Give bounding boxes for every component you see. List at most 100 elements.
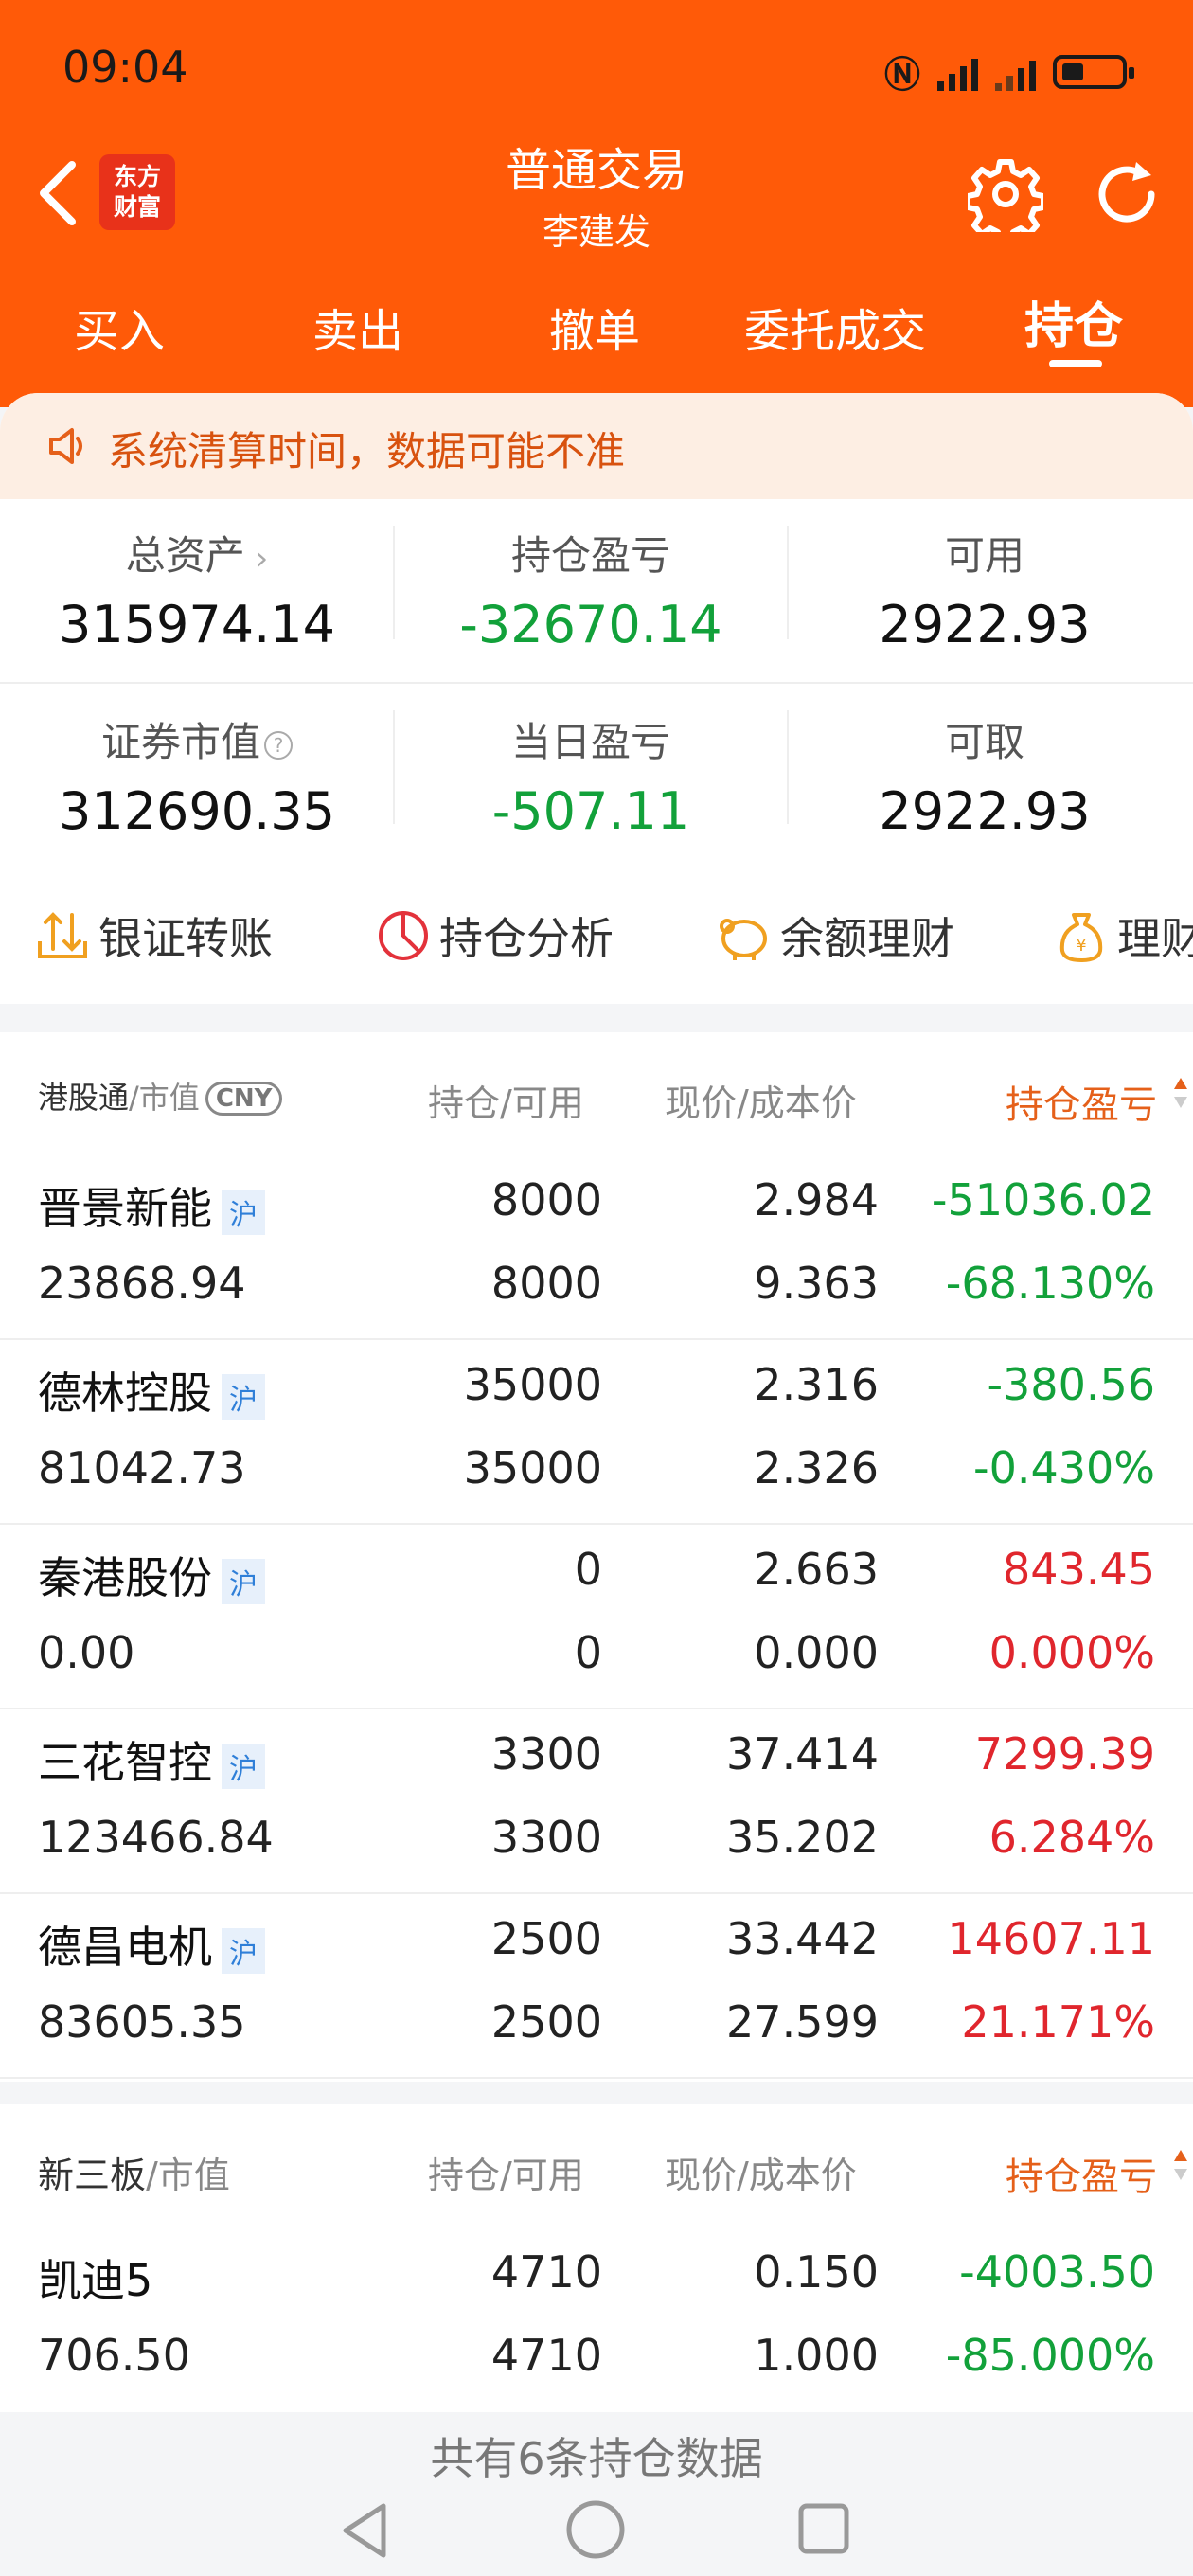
notice-banner: 系统清算时间，数据可能不准 — [0, 393, 1193, 499]
market-badge: 沪 — [222, 1927, 265, 1974]
stock-market-value: 0.00 — [38, 1627, 135, 1678]
divider — [0, 682, 1193, 684]
bank-transfer-button[interactable]: 银证转账 — [34, 904, 273, 967]
stock-price: 37.414 — [726, 1728, 879, 1780]
status-icons: Ⓝ — [883, 45, 1134, 98]
table-row[interactable]: 凯迪5 706.50 4710 4710 0.150 1.000 -4003.50 -85.0… — [0, 2227, 1193, 2412]
currency-badge[interactable]: CNY — [205, 1081, 283, 1116]
stock-pnl-pct: 21.171% — [961, 1996, 1155, 2048]
stock-price: 0.150 — [754, 2246, 879, 2298]
stock-market-value: 706.50 — [38, 2330, 190, 2381]
stock-name: 德昌电机沪 — [38, 1913, 265, 1976]
total-assets-cell[interactable]: 总资产 › 315974.14 — [0, 524, 394, 654]
hk-section-title: 港股通/市值 CNY — [38, 1074, 283, 1118]
position-pnl-cell: 持仓盈亏 -32670.14 — [394, 524, 788, 654]
stock-cost: 9.363 — [754, 1258, 879, 1309]
stock-available: 35000 — [463, 1442, 602, 1494]
chevron-right-icon: › — [244, 540, 269, 578]
battery-icon — [1053, 54, 1134, 89]
stock-pnl-pct: -68.130% — [945, 1258, 1155, 1309]
divider — [787, 526, 789, 639]
divider — [787, 710, 789, 824]
sort-icon[interactable] — [1174, 1078, 1187, 1112]
nav-recents-icon[interactable] — [795, 2500, 852, 2557]
sort-icon[interactable] — [1174, 2150, 1187, 2184]
daily-pnl-label: 当日盈亏 — [510, 719, 670, 765]
table-row[interactable]: 秦港股份沪 0.00 0 0 2.663 0.000 843.45 0.000% — [0, 1525, 1193, 1709]
tab-orders[interactable]: 委托成交 — [731, 294, 939, 360]
table-row[interactable]: 三花智控沪 123466.84 3300 3300 37.414 35.202 7299.3… — [0, 1709, 1193, 1894]
transfer-icon — [38, 912, 87, 958]
col-pnl-header[interactable]: 持仓盈亏 — [1006, 1074, 1193, 1129]
stock-pnl: -4003.50 — [959, 2246, 1155, 2298]
stock-cost: 35.202 — [726, 1812, 879, 1863]
stock-position: 8000 — [490, 1174, 602, 1225]
stock-price: 33.442 — [726, 1913, 879, 1964]
nav-home-icon[interactable] — [564, 2498, 627, 2561]
help-icon[interactable]: ? — [264, 730, 293, 760]
withdrawable-label: 可取 — [944, 719, 1024, 765]
col-pnl-header[interactable]: 持仓盈亏 — [1006, 2146, 1193, 2201]
position-pnl-label: 持仓盈亏 — [510, 532, 670, 579]
tab-sell[interactable]: 卖出 — [254, 294, 462, 360]
stock-pnl-pct: 0.000% — [988, 1627, 1155, 1678]
signal-icon — [937, 53, 978, 91]
col-price-header: 现价/成本价 — [665, 2155, 857, 2196]
stock-position: 3300 — [490, 1728, 602, 1780]
gear-icon[interactable] — [968, 156, 1043, 232]
stock-market-value: 123466.84 — [38, 1812, 274, 1863]
stock-price: 2.663 — [754, 1544, 879, 1595]
hk-positions-section: 港股通/市值 CNY 持仓/可用 现价/成本价 持仓盈亏 晋景新能沪 23868.9… — [0, 1032, 1193, 2082]
trade-tabs: 买入 卖出 撤单 委托成交 持仓 — [0, 294, 1193, 369]
nav-back-icon[interactable] — [336, 2500, 393, 2561]
balance-wealth-button[interactable]: 余额理财 — [714, 904, 954, 967]
withdrawable-cell: 可取 2922.93 — [788, 710, 1182, 841]
market-badge: 沪 — [222, 1743, 265, 1789]
tab-positions[interactable]: 持仓 — [970, 286, 1178, 357]
money-bag-icon: ¥ — [1059, 913, 1103, 962]
refresh-icon[interactable] — [1089, 156, 1165, 232]
stock-name: 凯迪5 — [38, 2255, 153, 2306]
stock-cost: 0.000 — [754, 1627, 879, 1678]
svg-text:¥: ¥ — [1076, 936, 1086, 956]
pie-chart-icon — [379, 911, 428, 960]
header-bar: 09:04 Ⓝ 东方 财富 普通交易 李建发 买入 卖出 撤单 委托成交 持仓 — [0, 0, 1193, 407]
table-row[interactable]: 德林控股沪 81042.73 35000 35000 2.316 2.326 -380.56… — [0, 1340, 1193, 1525]
stock-cost: 27.599 — [726, 1996, 879, 2048]
tools-row: 银证转账 持仓分析 余额理财 ¥ 理财 — [0, 876, 1193, 1002]
stock-market-value: 83605.35 — [38, 1996, 246, 2048]
available-label: 可用 — [944, 532, 1024, 579]
market-badge: 沪 — [222, 1373, 265, 1420]
position-analysis-button[interactable]: 持仓分析 — [375, 904, 614, 967]
tab-buy[interactable]: 买入 — [15, 294, 223, 360]
available-value: 2922.93 — [879, 595, 1091, 654]
nfc-icon: Ⓝ — [883, 54, 920, 96]
table-row[interactable]: 晋景新能沪 23868.94 8000 8000 2.984 9.363 -51036.02… — [0, 1155, 1193, 1340]
position-pnl-value: -32670.14 — [459, 595, 722, 654]
hk-table-header: 港股通/市值 CNY 持仓/可用 现价/成本价 持仓盈亏 — [0, 1032, 1193, 1155]
wealth-management-button[interactable]: ¥ 理财 — [1053, 904, 1193, 967]
stock-pnl: -380.56 — [987, 1359, 1155, 1410]
daily-pnl-value: -507.11 — [491, 781, 690, 841]
divider — [393, 710, 395, 824]
stock-position: 35000 — [463, 1359, 602, 1410]
notice-text: 系统清算时间，数据可能不准 — [108, 428, 626, 474]
tab-cancel[interactable]: 撤单 — [490, 294, 699, 360]
stock-name: 德林控股沪 — [38, 1359, 265, 1422]
stock-pnl: -51036.02 — [931, 1174, 1155, 1225]
stock-market-value: 23868.94 — [38, 1258, 246, 1309]
stock-position: 2500 — [490, 1913, 602, 1964]
signal-2-icon — [995, 53, 1036, 91]
total-assets-value: 315974.14 — [58, 595, 336, 654]
col-price-header: 现价/成本价 — [665, 1082, 857, 1124]
market-badge: 沪 — [222, 1558, 265, 1604]
divider — [393, 526, 395, 639]
stock-available: 0 — [574, 1627, 602, 1678]
stock-name: 三花智控沪 — [38, 1728, 265, 1791]
system-nav-bar — [0, 2491, 1193, 2576]
stock-pnl-pct: -0.430% — [973, 1442, 1155, 1494]
status-time: 09:04 — [62, 42, 188, 93]
table-row[interactable]: 德昌电机沪 83605.35 2500 2500 33.442 27.599 14607.1… — [0, 1894, 1193, 2079]
stock-available: 8000 — [490, 1258, 602, 1309]
stock-available: 2500 — [490, 1996, 602, 2048]
